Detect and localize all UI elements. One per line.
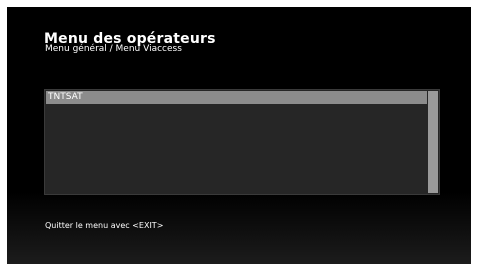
scrollbar[interactable] <box>428 91 438 193</box>
operator-item-tntsat[interactable]: TNTSAT <box>46 91 427 104</box>
breadcrumb: Menu général / Menu Viaccess <box>45 44 182 54</box>
operator-list-panel: TNTSAT <box>44 89 440 195</box>
tv-menu-screen: Menu des opérateurs Menu général / Menu … <box>7 7 471 264</box>
exit-hint: Quitter le menu avec <EXIT> <box>45 221 164 230</box>
operator-list: TNTSAT <box>46 91 427 193</box>
scrollbar-thumb[interactable] <box>428 91 438 193</box>
